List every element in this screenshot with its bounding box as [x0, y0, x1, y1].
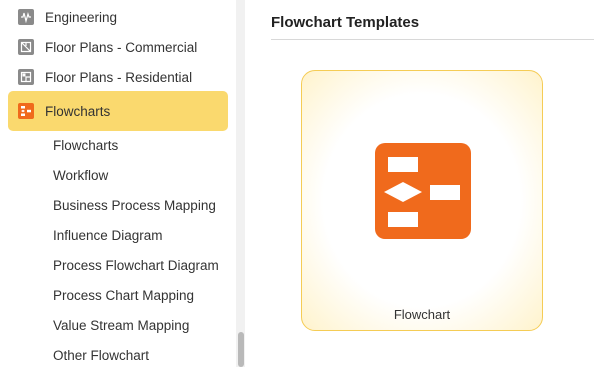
subcategory-influence-diagram[interactable]: Influence Diagram	[53, 226, 163, 246]
category-label: Flowcharts	[45, 103, 111, 119]
flowchart-template-icon	[375, 143, 471, 239]
category-label: Floor Plans - Residential	[45, 69, 193, 85]
category-flowcharts[interactable]: Flowcharts	[8, 91, 228, 131]
subcategory-process-flowchart-diagram[interactable]: Process Flowchart Diagram	[53, 256, 219, 276]
subcategory-flowcharts[interactable]: Flowcharts	[53, 136, 118, 156]
sidebar-scrollbar-track[interactable]	[236, 0, 245, 367]
category-floor-plans-residential[interactable]: Floor Plans - Residential	[8, 62, 228, 92]
category-floor-plans-commercial[interactable]: Floor Plans - Commercial	[8, 32, 228, 62]
subcategory-value-stream-mapping[interactable]: Value Stream Mapping	[53, 316, 189, 336]
subcategory-process-chart-mapping[interactable]: Process Chart Mapping	[53, 286, 194, 306]
floor-plan-residential-icon	[18, 69, 34, 85]
category-label: Floor Plans - Commercial	[45, 39, 198, 55]
flowchart-icon	[18, 103, 34, 119]
subcategory-business-process-mapping[interactable]: Business Process Mapping	[53, 196, 216, 216]
category-label: Engineering	[45, 9, 118, 25]
category-sidebar: Engineering Floor Plans - Commercial Flo…	[0, 0, 236, 367]
template-label: Flowchart	[393, 307, 451, 322]
subcategory-other-flowchart[interactable]: Other Flowchart	[53, 346, 149, 366]
section-title: Flowchart Templates	[271, 14, 420, 31]
subcategory-workflow[interactable]: Workflow	[53, 166, 108, 186]
engineering-icon	[18, 9, 34, 25]
template-card-flowchart[interactable]: Flowchart	[301, 70, 543, 331]
floor-plan-commercial-icon	[18, 39, 34, 55]
section-divider	[271, 39, 594, 40]
template-panel: Flowchart Templates Flowchart	[246, 0, 594, 367]
sidebar-scrollbar-thumb[interactable]	[238, 332, 244, 367]
category-engineering[interactable]: Engineering	[8, 2, 228, 32]
